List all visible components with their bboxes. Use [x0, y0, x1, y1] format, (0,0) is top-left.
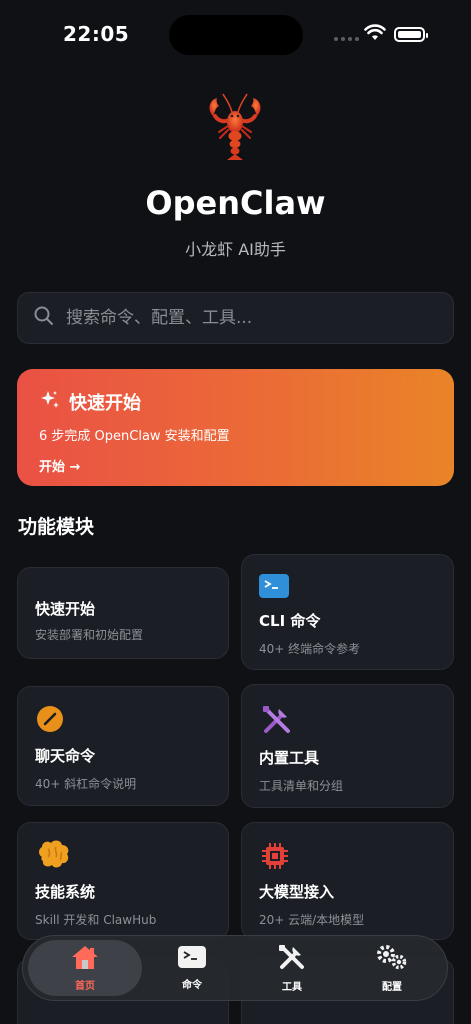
- slash-icon: [36, 705, 64, 737]
- tab-tools[interactable]: 工具: [242, 940, 342, 996]
- banner-start-link[interactable]: 开始 →: [39, 456, 80, 475]
- tab-label: 工具: [282, 982, 302, 993]
- module-title: 聊天命令: [35, 747, 96, 765]
- terminal-icon: [258, 573, 290, 603]
- search-bar[interactable]: [17, 292, 454, 344]
- module-card-skills[interactable]: 技能系统 Skill 开发和 ClawHub: [17, 822, 229, 940]
- tab-label: 命令: [182, 980, 202, 991]
- section-title: 功能模块: [18, 516, 95, 538]
- status-bar: 22:05: [0, 0, 471, 70]
- wifi-icon: [364, 24, 386, 46]
- battery-icon: [394, 27, 428, 42]
- dynamic-island: [169, 15, 303, 55]
- module-desc: 安装部署和初始配置: [35, 628, 144, 642]
- module-desc: 40+ 终端命令参考: [259, 642, 361, 656]
- tab-commands[interactable]: 命令: [142, 940, 242, 996]
- terminal-icon: [177, 945, 207, 972]
- search-input[interactable]: [66, 308, 426, 328]
- module-card-quick-start[interactable]: 快速开始 安装部署和初始配置: [17, 567, 229, 659]
- app-title: OpenClaw: [145, 184, 326, 222]
- tab-home[interactable]: 首页: [28, 940, 142, 996]
- tab-label: 配置: [382, 982, 402, 993]
- gears-icon: [375, 943, 409, 974]
- module-desc: 20+ 云端/本地模型: [259, 913, 365, 927]
- banner-description: 6 步完成 OpenClaw 安装和配置: [39, 429, 230, 444]
- module-card-llm[interactable]: 大模型接入 20+ 云端/本地模型: [241, 822, 454, 940]
- module-title: CLI 命令: [259, 612, 321, 630]
- tools-icon: [260, 703, 294, 741]
- lobster-logo-icon: [195, 88, 275, 168]
- module-desc: 工具清单和分组: [259, 779, 344, 793]
- banner-title: 快速开始: [69, 393, 141, 414]
- module-desc: Skill 开发和 ClawHub: [35, 913, 157, 927]
- module-title: 内置工具: [259, 749, 320, 767]
- module-desc: 40+ 斜杠命令说明: [35, 777, 137, 791]
- tools-icon: [277, 943, 307, 974]
- module-title: 大模型接入: [259, 883, 335, 901]
- chip-icon: [260, 841, 290, 875]
- sparkle-icon: [39, 389, 61, 415]
- app-subtitle: 小龙虾 AI助手: [185, 240, 286, 259]
- brain-icon: [36, 839, 72, 875]
- quick-start-banner[interactable]: 快速开始 6 步完成 OpenClaw 安装和配置 开始 →: [17, 369, 454, 486]
- module-card-chat-commands[interactable]: 聊天命令 40+ 斜杠命令说明: [17, 686, 229, 806]
- tab-label: 首页: [75, 981, 95, 992]
- module-card-cli[interactable]: CLI 命令 40+ 终端命令参考: [241, 554, 454, 670]
- bottom-tab-bar: 首页 命令 工具 配置: [22, 935, 448, 1001]
- home-icon: [70, 944, 100, 973]
- module-title: 技能系统: [35, 883, 96, 901]
- tab-settings[interactable]: 配置: [342, 940, 442, 996]
- module-title: 快速开始: [35, 600, 96, 618]
- cellular-signal-icon: [334, 37, 359, 41]
- status-time: 22:05: [63, 22, 130, 46]
- module-card-builtin-tools[interactable]: 内置工具 工具清单和分组: [241, 684, 454, 808]
- search-icon: [34, 306, 54, 330]
